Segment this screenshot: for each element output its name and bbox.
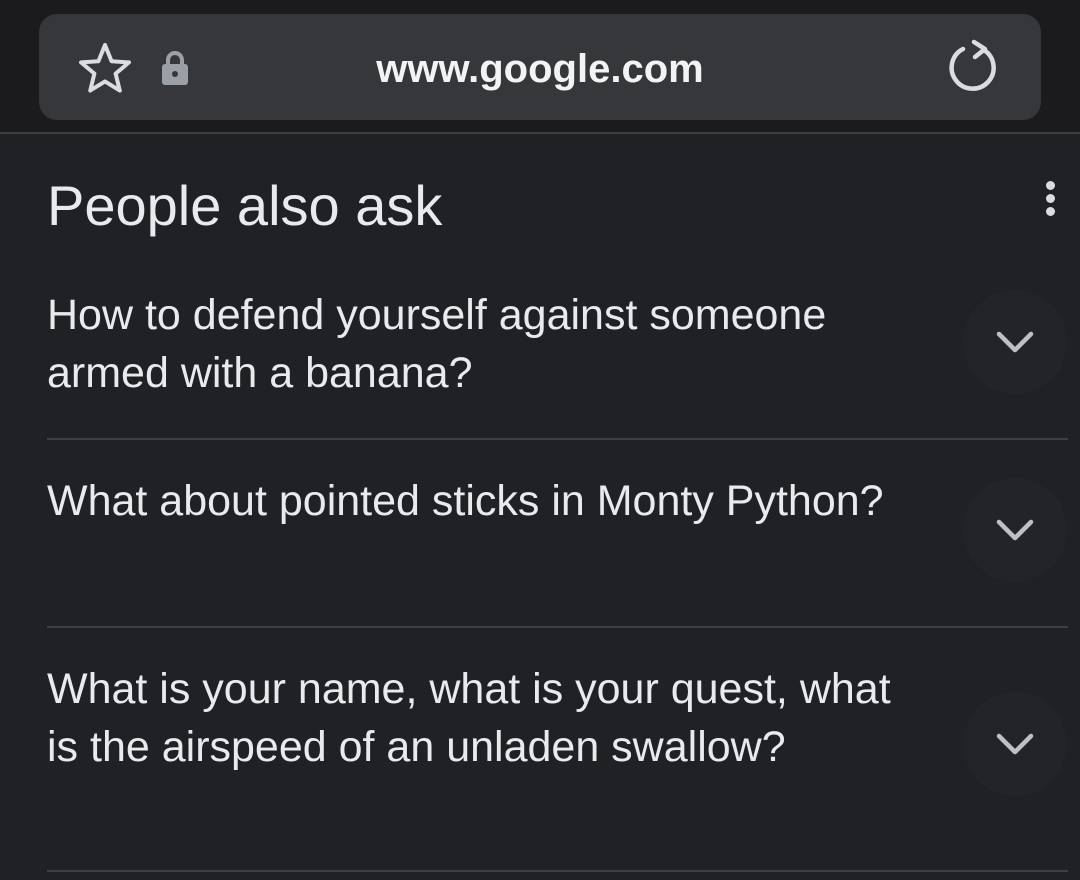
chevron-down-icon <box>996 733 1034 755</box>
kebab-icon[interactable] <box>1036 178 1064 220</box>
section-title: People also ask <box>47 174 443 237</box>
reload-icon[interactable] <box>944 38 1002 96</box>
expand-button[interactable] <box>963 692 1067 796</box>
url-text[interactable]: www.google.com <box>0 44 1080 94</box>
browser-toolbar: www.google.com <box>0 0 1080 134</box>
question-text[interactable]: How to defend yourself against someone a… <box>47 286 927 402</box>
expand-button[interactable] <box>963 290 1067 394</box>
question-item[interactable]: How to defend yourself against someone a… <box>47 284 1068 440</box>
chevron-down-icon <box>996 519 1034 541</box>
question-text[interactable]: What is your name, what is your quest, w… <box>47 660 927 776</box>
chevron-down-icon <box>996 331 1034 353</box>
question-item[interactable]: What about pointed sticks in Monty Pytho… <box>47 440 1068 628</box>
expand-button[interactable] <box>963 478 1067 582</box>
question-text[interactable]: What about pointed sticks in Monty Pytho… <box>47 472 927 530</box>
question-item[interactable]: What is your name, what is your quest, w… <box>47 628 1068 872</box>
search-results: People also ask How to defend yourself a… <box>0 134 1080 880</box>
